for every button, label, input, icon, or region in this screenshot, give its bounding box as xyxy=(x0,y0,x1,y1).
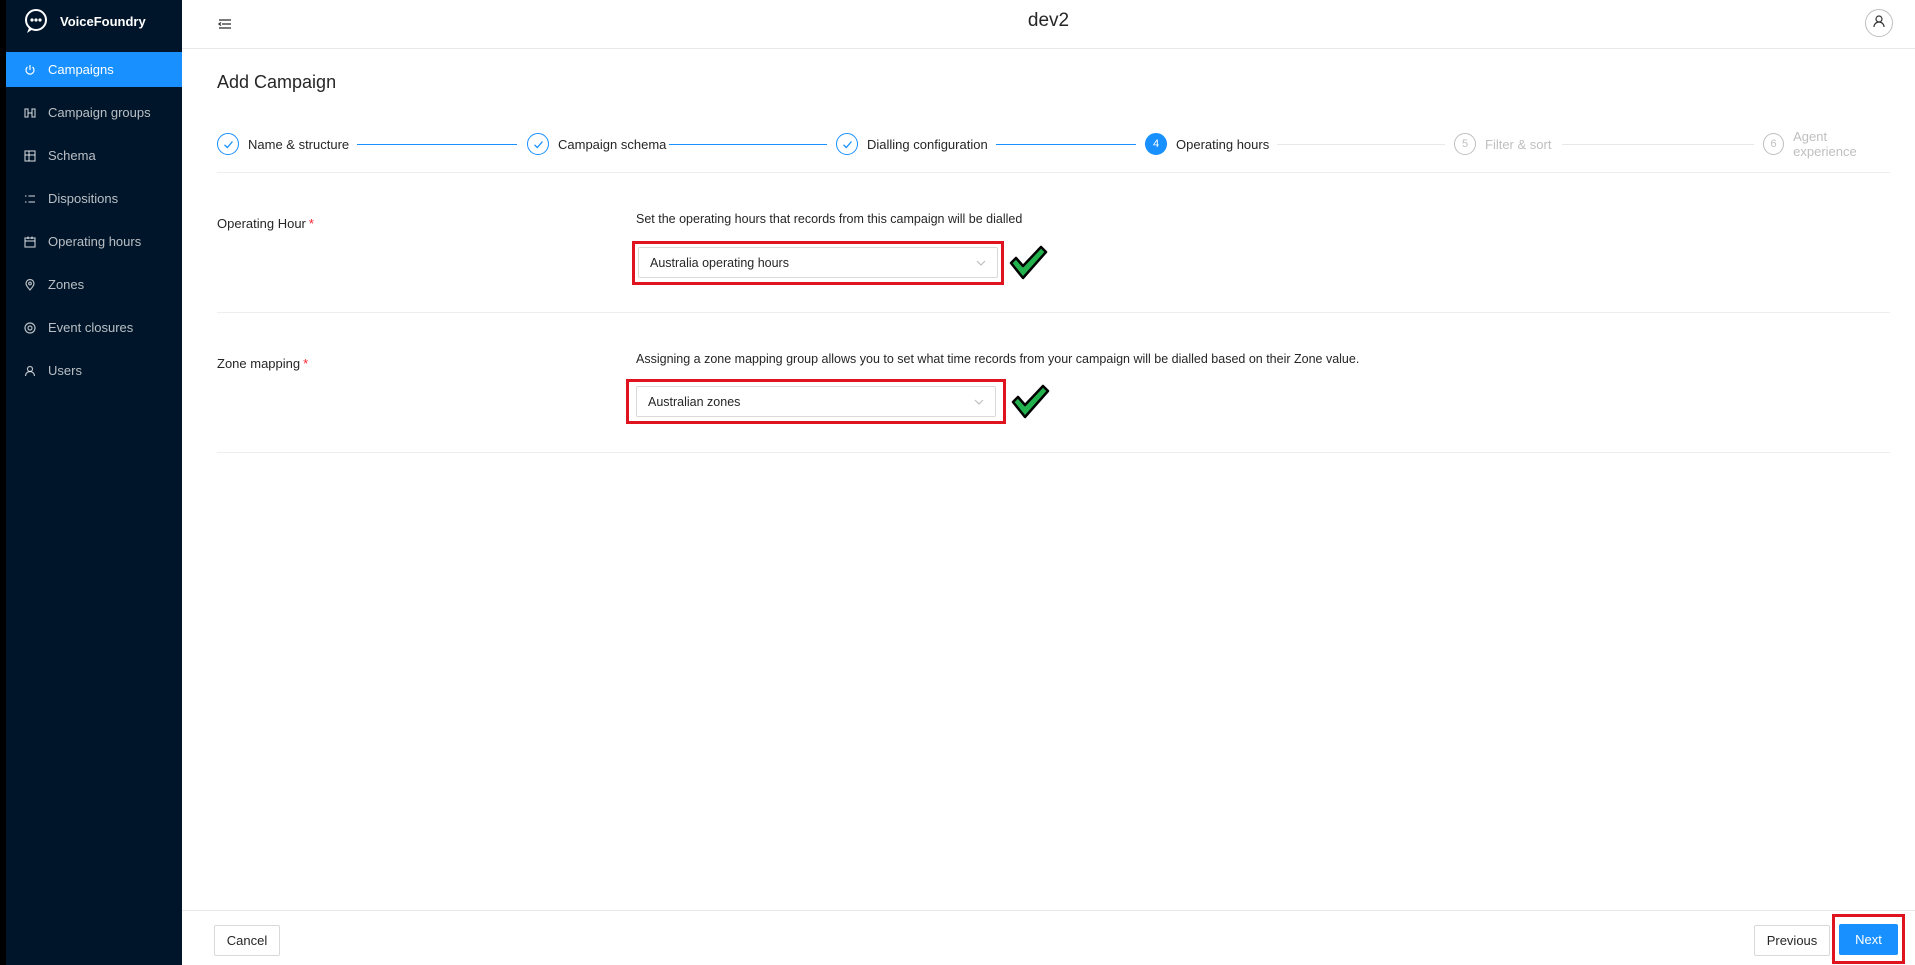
zone-mapping-help: Assigning a zone mapping group allows yo… xyxy=(636,352,1360,366)
cancel-button[interactable]: Cancel xyxy=(214,925,280,956)
step-number: 4 xyxy=(1145,133,1167,155)
green-checkmark-icon xyxy=(1010,383,1050,421)
sidebar: VoiceFoundry Campaigns Campaign groups S… xyxy=(0,0,182,965)
step-connector xyxy=(1277,144,1445,145)
divider xyxy=(217,452,1890,453)
step-name-structure[interactable]: Name & structure xyxy=(217,131,349,157)
calendar-icon xyxy=(24,236,36,248)
sidebar-item-label: Operating hours xyxy=(48,234,142,249)
step-connector xyxy=(1562,144,1754,145)
check-icon xyxy=(217,133,239,155)
step-label: Filter & sort xyxy=(1485,136,1552,152)
zone-mapping-select[interactable]: Australian zones xyxy=(636,386,996,417)
check-icon xyxy=(527,133,549,155)
step-label: Agent experience xyxy=(1793,129,1857,159)
page-title: Add Campaign xyxy=(217,72,337,92)
zone-mapping-label: Zone mapping * xyxy=(217,356,308,371)
step-operating-hours[interactable]: 4 Operating hours xyxy=(1145,131,1269,157)
footer-bar: Cancel Previous Next xyxy=(182,910,1915,965)
sidebar-item-label: Dispositions xyxy=(48,191,119,206)
brand[interactable]: VoiceFoundry xyxy=(22,6,146,36)
power-icon xyxy=(24,64,36,76)
required-mark: * xyxy=(303,356,309,371)
sidebar-item-label: Users xyxy=(48,363,82,378)
list-icon xyxy=(24,193,36,205)
sidebar-item-dispositions[interactable]: Dispositions xyxy=(6,181,182,216)
operating-hour-label: Operating Hour * xyxy=(217,216,314,231)
sidebar-item-label: Schema xyxy=(48,148,96,163)
voicefoundry-logo-icon xyxy=(22,7,50,35)
user-icon xyxy=(1872,14,1886,33)
step-number: 6 xyxy=(1763,133,1785,155)
sidebar-item-label: Zones xyxy=(48,277,85,292)
sidebar-item-label: Campaign groups xyxy=(48,105,151,120)
sidebar-item-label: Campaigns xyxy=(48,62,114,77)
chevron-down-icon xyxy=(973,396,985,408)
step-number: 5 xyxy=(1454,133,1476,155)
user-avatar-button[interactable] xyxy=(1865,9,1893,37)
step-dialling-configuration[interactable]: Dialling configuration xyxy=(836,131,988,157)
step-agent-experience[interactable]: 6 Agent experience xyxy=(1763,129,1890,159)
environment-title: dev2 xyxy=(1027,10,1070,31)
progress-steps: Name & structure Campaign schema Diallin… xyxy=(217,129,1890,159)
sidebar-item-users[interactable]: Users xyxy=(6,353,182,388)
operating-hour-help: Set the operating hours that records fro… xyxy=(636,212,1023,226)
target-icon xyxy=(24,321,36,334)
campaign-groups-icon xyxy=(24,107,36,119)
step-label: Operating hours xyxy=(1176,136,1270,152)
sidebar-item-label: Event closures xyxy=(48,320,134,335)
check-icon xyxy=(836,133,858,155)
step-campaign-schema[interactable]: Campaign schema xyxy=(527,131,666,157)
schema-icon xyxy=(24,149,36,162)
required-mark: * xyxy=(308,216,314,231)
user-icon xyxy=(24,365,36,377)
sidebar-item-event-closures[interactable]: Event closures xyxy=(6,310,182,345)
step-filter-sort[interactable]: 5 Filter & sort xyxy=(1454,131,1551,157)
operating-hour-select[interactable]: Australia operating hours xyxy=(638,247,998,278)
step-connector xyxy=(357,144,517,145)
step-label: Dialling configuration xyxy=(867,136,988,152)
green-checkmark-icon xyxy=(1008,244,1048,282)
sidebar-menu: Campaigns Campaign groups Schema Disposi… xyxy=(6,52,182,396)
sidebar-item-schema[interactable]: Schema xyxy=(6,138,182,173)
brand-name: VoiceFoundry xyxy=(60,13,146,29)
operating-hour-value: Australia operating hours xyxy=(650,255,789,270)
sidebar-item-campaign-groups[interactable]: Campaign groups xyxy=(6,95,182,130)
zone-mapping-value: Australian zones xyxy=(648,394,741,409)
step-label: Name & structure xyxy=(248,136,350,152)
next-button[interactable]: Next xyxy=(1839,924,1898,955)
step-label: Campaign schema xyxy=(558,136,667,152)
divider xyxy=(217,172,1890,173)
divider xyxy=(217,312,1890,313)
step-connector xyxy=(996,144,1136,145)
step-connector xyxy=(669,144,827,145)
sidebar-item-campaigns[interactable]: Campaigns xyxy=(6,52,182,87)
operating-hour-label-text: Operating Hour xyxy=(217,216,306,231)
location-pin-icon xyxy=(24,278,36,291)
previous-button[interactable]: Previous xyxy=(1754,925,1830,956)
sidebar-item-zones[interactable]: Zones xyxy=(6,267,182,302)
zone-mapping-label-text: Zone mapping xyxy=(217,356,301,371)
top-header: dev2 xyxy=(182,0,1915,49)
sidebar-item-operating-hours[interactable]: Operating hours xyxy=(6,224,182,259)
chevron-down-icon xyxy=(975,257,987,269)
